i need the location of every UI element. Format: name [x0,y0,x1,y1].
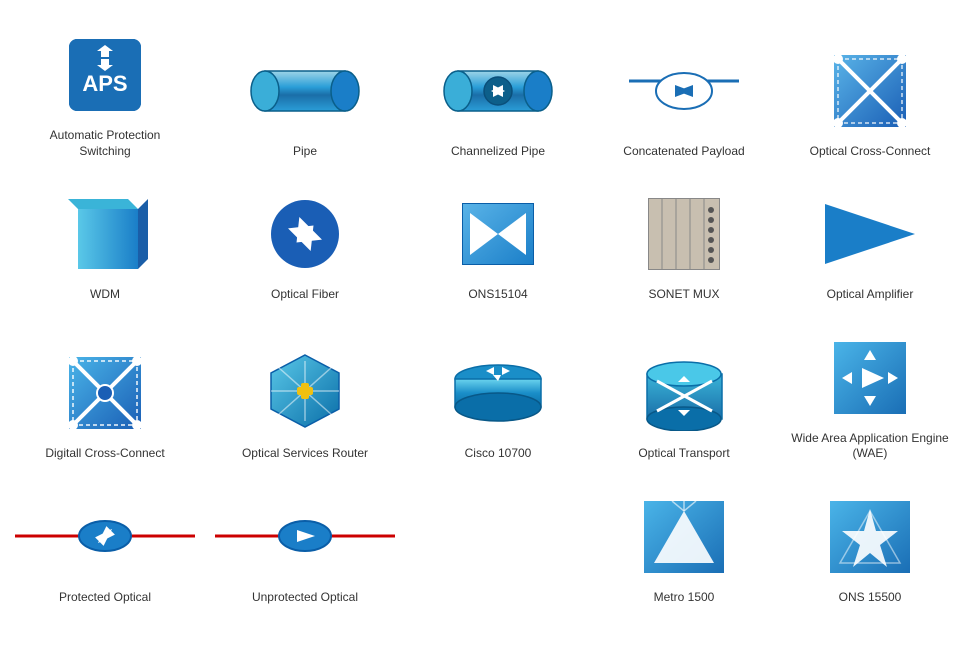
optical-amplifier-label: Optical Amplifier [827,287,914,303]
digital-cross-connect-label: Digitall Cross-Connect [45,446,164,462]
ons-15500-label: ONS 15500 [839,590,902,606]
channelized-pipe-icon [443,46,553,136]
optical-amplifier-icon [825,189,915,279]
pipe-label: Pipe [293,144,317,160]
optical-services-router-label: Optical Services Router [242,446,368,462]
empty-placeholder [410,482,586,616]
optical-cross-connect-item[interactable]: Optical Cross-Connect [782,20,958,169]
concatenated-payload-label: Concatenated Payload [623,144,744,160]
cisco-10700-item[interactable]: Cisco 10700 [410,323,586,472]
optical-fiber-label: Optical Fiber [271,287,339,303]
sonet-mux-label: SONET MUX [648,287,719,303]
svg-text:APS: APS [82,71,127,96]
aps-label: Automatic Protection Switching [25,128,185,159]
unprotected-optical-label: Unprotected Optical [252,590,358,606]
unprotected-optical-item[interactable]: Unprotected Optical [210,482,400,616]
sonet-mux-icon [648,189,720,279]
wae-icon [834,333,906,423]
optical-fiber-icon [269,189,341,279]
wdm-icon [63,189,148,279]
cisco-10700-label: Cisco 10700 [465,446,532,462]
optical-transport-label: Optical Transport [638,446,729,462]
optical-services-router-item[interactable]: Optical Services Router [210,323,400,472]
optical-transport-item[interactable]: Optical Transport [596,323,772,472]
metro-1500-icon [644,492,724,582]
digital-cross-connect-item[interactable]: Digitall Cross-Connect [10,323,200,472]
wae-label: Wide Area Application Engine (WAE) [790,431,950,462]
aps-item[interactable]: APS Automatic Protection Switching [10,20,200,169]
optical-cross-connect-label: Optical Cross-Connect [810,144,931,160]
channelized-pipe-label: Channelized Pipe [451,144,545,160]
optical-amplifier-item[interactable]: Optical Amplifier [782,179,958,313]
concatenated-payload-item[interactable]: Concatenated Payload [596,20,772,169]
protected-optical-item[interactable]: Protected Optical [10,482,200,616]
pipe-item[interactable]: Pipe [210,20,400,169]
unprotected-optical-icon [215,492,395,582]
ons-15500-icon [830,492,910,582]
wdm-label: WDM [90,287,120,303]
ons15104-item[interactable]: ONS15104 [410,179,586,313]
pipe-icon [250,46,360,136]
wae-item[interactable]: Wide Area Application Engine (WAE) [782,323,958,472]
protected-optical-label: Protected Optical [59,590,151,606]
ons-15500-item[interactable]: ONS 15500 [782,482,958,616]
concatenated-payload-icon [629,46,739,136]
optical-fiber-item[interactable]: Optical Fiber [210,179,400,313]
optical-services-router-icon [263,348,348,438]
ons15104-icon [462,189,534,279]
channelized-pipe-item[interactable]: Channelized Pipe [410,20,586,169]
metro-1500-label: Metro 1500 [654,590,715,606]
sonet-mux-item[interactable]: SONET MUX [596,179,772,313]
cisco-10700-icon [451,348,546,438]
optical-cross-connect-icon [834,46,906,136]
digital-cross-connect-icon [69,348,141,438]
wdm-item[interactable]: WDM [10,179,200,313]
metro-1500-item[interactable]: Metro 1500 [596,482,772,616]
aps-icon: APS [69,30,141,120]
protected-optical-icon [15,492,195,582]
ons15104-label: ONS15104 [468,287,527,303]
optical-transport-icon [642,348,727,438]
